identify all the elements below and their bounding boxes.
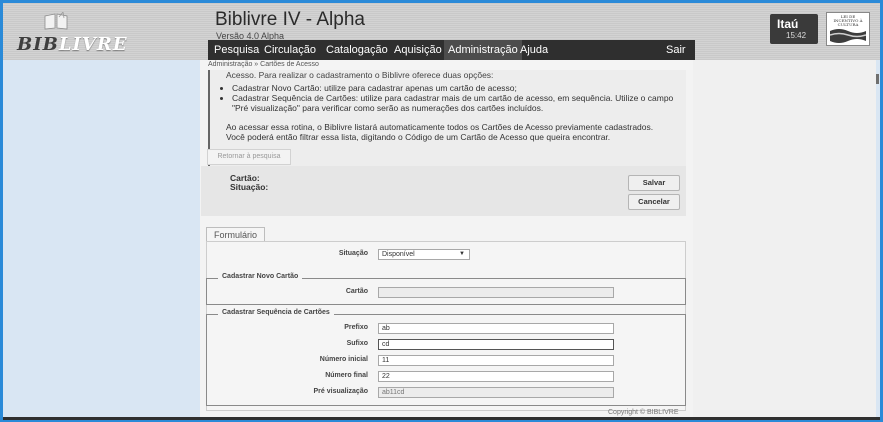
prefix-field[interactable]: ab	[378, 323, 614, 334]
help-line: Acesso. Para realizar o cadastramento o …	[226, 70, 494, 80]
scrollbar-thumb[interactable]	[876, 74, 879, 84]
menu-item-administracao[interactable]: Administração	[444, 40, 522, 60]
taskbar-strip	[3, 417, 880, 420]
help-paragraph-1: Ao acessar essa rotina, o Biblivre lista…	[226, 122, 654, 132]
clock: 15:42	[786, 31, 807, 40]
seal-text: LEI DE INCENTIVO À CULTURA	[833, 14, 863, 27]
menu-item-catalogacao[interactable]: Catalogação	[326, 44, 388, 56]
start-number-label: Número inicial	[319, 356, 368, 363]
logo-text-bib: BIB	[17, 34, 59, 55]
menu-item-sair[interactable]: Sair	[666, 44, 686, 56]
card-label: Cartão	[345, 288, 368, 295]
chevron-down-icon: ▼	[459, 251, 465, 257]
end-number-field[interactable]: 22	[378, 371, 614, 382]
biblivre-logo[interactable]: BIBLIVRE	[17, 10, 127, 56]
breadcrumb-bar: Administração » Cartões de Acesso	[200, 60, 693, 70]
help-bullet-new-card: Cadastrar Novo Cartão: utilize para cada…	[232, 83, 688, 93]
card-field[interactable]	[378, 287, 614, 298]
menu-item-circulacao[interactable]: Circulação	[264, 44, 316, 56]
culture-law-seal: LEI DE INCENTIVO À CULTURA	[826, 12, 870, 46]
app-title: Biblivre IV - Alpha	[215, 9, 365, 30]
summary-status-label: Situação:	[230, 182, 269, 192]
prefix-label: Prefixo	[344, 324, 368, 331]
start-number-field[interactable]: 11	[378, 355, 614, 366]
right-rail	[693, 60, 876, 420]
help-bullet-sequence: Cadastrar Sequência de Cartões: utilize …	[232, 93, 688, 113]
itau-badge: Itaú 15:42	[770, 14, 818, 44]
suffix-label: Sufixo	[346, 340, 368, 347]
copyright: Copyright © BIBLIVRE	[608, 409, 679, 416]
back-to-search-button[interactable]: Retornar à pesquisa	[207, 149, 291, 165]
main-menu: Pesquisa Circulação Catalogação Aquisiçã…	[208, 40, 695, 60]
logo-text: BIBLIVRE	[17, 34, 128, 55]
save-button[interactable]: Salvar	[628, 175, 680, 191]
breadcrumb: Administração » Cartões de Acesso	[208, 61, 319, 68]
end-number-label: Número final	[325, 372, 368, 379]
preview-label: Pré visualização	[313, 388, 368, 395]
preview-field: ab11cd	[378, 387, 614, 398]
record-summary: Cartão: Situação:	[201, 166, 686, 216]
menu-item-pesquisa[interactable]: Pesquisa	[214, 44, 259, 56]
flag-icon	[830, 29, 866, 43]
help-list: Cadastrar Novo Cartão: utilize para cada…	[220, 83, 688, 113]
book-icon	[44, 12, 68, 30]
status-label: Situação	[338, 250, 368, 257]
logo-text-livre: LIVRE	[58, 34, 128, 55]
itau-name: Itaú	[777, 17, 799, 31]
legend-line	[206, 278, 216, 279]
status-select-value: Disponível	[382, 251, 415, 258]
menu-item-ajuda[interactable]: Ajuda	[520, 44, 548, 56]
status-select[interactable]: Disponível ▼	[378, 249, 470, 260]
legend-line	[206, 314, 216, 315]
cancel-button[interactable]: Cancelar	[628, 194, 680, 210]
menu-item-aquisicao[interactable]: Aquisição	[394, 44, 442, 56]
new-card-legend: Cadastrar Novo Cartão	[218, 273, 303, 280]
sequence-legend: Cadastrar Sequência de Cartões	[218, 309, 334, 316]
help-paragraph-2: Você poderá então filtrar essa lista, di…	[226, 132, 611, 142]
suffix-field[interactable]: cd	[378, 339, 614, 350]
